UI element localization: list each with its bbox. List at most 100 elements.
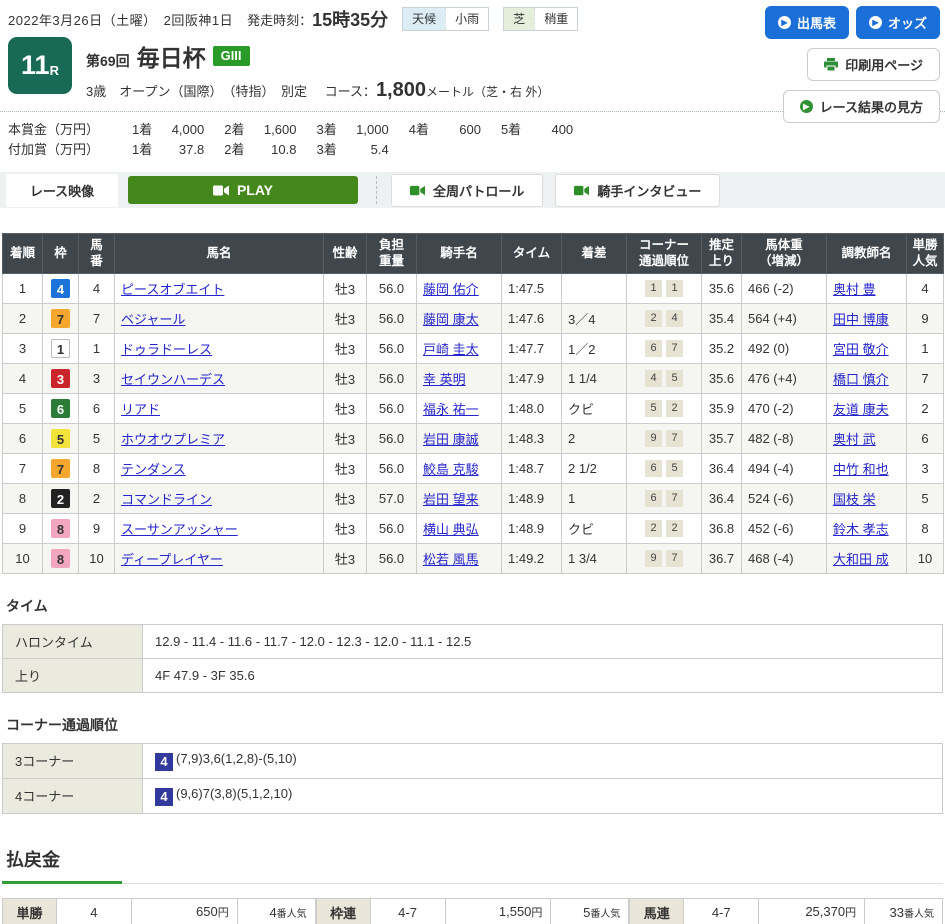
prize-place-label: 1着: [132, 139, 152, 158]
estimated-last3f: 36.8: [702, 513, 742, 543]
leader-number-badge: 4: [155, 753, 173, 771]
weather-badge-label: 天候: [403, 8, 445, 30]
trainer-name-link[interactable]: 国枝 栄: [833, 492, 876, 507]
column-header: コーナー 通過順位: [627, 234, 702, 274]
extra-prize-label: 付加賞（万円）: [8, 139, 112, 158]
prize-value: 400: [521, 122, 573, 137]
horse-name-link[interactable]: リアド: [121, 402, 160, 417]
horse-number: 7: [79, 303, 115, 333]
horse-name-link[interactable]: ドゥラドーレス: [121, 342, 212, 357]
corner-position-box: 7: [666, 340, 683, 357]
finish-time: 1:47.9: [502, 363, 562, 393]
frame-cell: 8: [43, 543, 79, 573]
weather-badge-value: 稍重: [534, 8, 577, 30]
trainer-name-link[interactable]: 中竹 和也: [833, 462, 889, 477]
bet-type-label: 単勝: [3, 898, 57, 924]
extra-prize-row: 付加賞（万円） 1着37.82着10.83着5.4: [8, 139, 937, 156]
frame-number-badge: 2: [51, 489, 70, 508]
horse-number: 10: [79, 543, 115, 573]
yen-suffix: 円: [845, 907, 856, 919]
horse-name-link[interactable]: スーサンアッシャー: [121, 522, 238, 537]
corner-position-box: 6: [645, 340, 662, 357]
furlong-time-label: ハロンタイム: [3, 624, 143, 658]
weather-badge-label: 芝: [504, 8, 534, 30]
horse-name-link[interactable]: ピースオブエイト: [121, 282, 224, 297]
jockey-cell: 岩田 康誠: [417, 423, 502, 453]
prize-value: 4,000: [152, 122, 204, 137]
jockey-name-link[interactable]: 福永 祐一: [423, 402, 479, 417]
arrow-circle-icon: ▶: [800, 100, 813, 113]
trainer-name-link[interactable]: 友道 康夫: [833, 402, 889, 417]
sex-age: 牡3: [324, 333, 367, 363]
prize-value: 1,600: [244, 122, 296, 137]
leader-number-badge: 4: [155, 788, 173, 806]
sex-age: 牡3: [324, 543, 367, 573]
horse-name-cell: コマンドライン: [115, 483, 324, 513]
margin: 3／4: [562, 303, 627, 333]
result-row: 655ホウオウプレミア牡356.0岩田 康誠1:48.329735.7482 (…: [3, 423, 944, 453]
horse-name-link[interactable]: テンダンス: [121, 462, 186, 477]
jockey-name-link[interactable]: 戸崎 圭太: [423, 342, 479, 357]
jockey-name-link[interactable]: 岩田 康誠: [423, 432, 479, 447]
horse-name-link[interactable]: ディープレイヤー: [121, 552, 223, 567]
race-conditions: 3歳 オープン（国際） （特指） 別定 コース：1,800メートル（芝・右 外）: [86, 79, 549, 102]
last-furlongs-value: 4F 47.9 - 3F 35.6: [143, 658, 943, 692]
estimated-last3f: 35.2: [702, 333, 742, 363]
horse-body-weight: 466 (-2): [742, 273, 827, 303]
corner-positions-cell: 22: [627, 513, 702, 543]
play-button[interactable]: PLAY: [128, 176, 358, 204]
sex-age: 牡3: [324, 303, 367, 333]
column-header: 騎手名: [417, 234, 502, 274]
race-number-badge: 11 R: [8, 37, 72, 94]
trainer-name-link[interactable]: 宮田 敬介: [833, 342, 889, 357]
jockey-name-link[interactable]: 幸 英明: [423, 372, 466, 387]
frame-cell: 3: [43, 363, 79, 393]
jockey-name-link[interactable]: 横山 典弘: [423, 522, 479, 537]
trainer-name-link[interactable]: 大和田 成: [833, 552, 889, 567]
prize-place-label: 1着: [132, 119, 152, 138]
trainer-cell: 中竹 和也: [827, 453, 907, 483]
corner-position-box: 5: [645, 400, 662, 417]
how-to-read-button[interactable]: ▶ レース結果の見方: [783, 90, 940, 123]
trainer-name-link[interactable]: 奥村 豊: [833, 282, 876, 297]
trainer-name-link[interactable]: 奥村 武: [833, 432, 876, 447]
column-header: 着差: [562, 234, 627, 274]
jockey-name-link[interactable]: 藤岡 佑介: [423, 282, 479, 297]
payout-combination: 4: [56, 898, 131, 924]
jockey-name-link[interactable]: 鮫島 克駿: [423, 462, 479, 477]
jockey-interview-button[interactable]: 騎手インタビュー: [555, 174, 720, 207]
estimated-last3f: 35.4: [702, 303, 742, 333]
frame-number-badge: 3: [51, 369, 70, 388]
margin: 1 3/4: [562, 543, 627, 573]
print-page-button[interactable]: 印刷用ページ: [807, 48, 940, 81]
horse-body-weight: 482 (-8): [742, 423, 827, 453]
trainer-name-link[interactable]: 鈴木 孝志: [833, 522, 889, 537]
trainer-cell: 大和田 成: [827, 543, 907, 573]
patrol-video-button[interactable]: 全周パトロール: [391, 174, 543, 207]
horse-name-link[interactable]: ホウオウプレミア: [121, 432, 225, 447]
weather-badge: 天候小雨: [402, 7, 489, 31]
horse-name-cell: リアド: [115, 393, 324, 423]
horse-name-link[interactable]: コマンドライン: [121, 492, 212, 507]
trainer-cell: 橋口 慎介: [827, 363, 907, 393]
horse-name-link[interactable]: セイウンハーデス: [121, 372, 225, 387]
horse-name-cell: ピースオブエイト: [115, 273, 324, 303]
carried-weight: 56.0: [367, 303, 417, 333]
race-conditions-text: 3歳 オープン（国際） （特指） 別定: [86, 84, 307, 99]
sex-age: 牡3: [324, 483, 367, 513]
horse-name-link[interactable]: ベジャール: [121, 312, 185, 327]
shutsuba-button[interactable]: ▶ 出馬表: [765, 6, 849, 39]
jockey-name-link[interactable]: 岩田 望来: [423, 492, 479, 507]
payout-amount: 1,550円: [445, 898, 551, 924]
sex-age: 牡3: [324, 363, 367, 393]
trainer-name-link[interactable]: 橋口 慎介: [833, 372, 889, 387]
carried-weight: 56.0: [367, 363, 417, 393]
jockey-cell: 藤岡 佑介: [417, 273, 502, 303]
horse-name-cell: スーサンアッシャー: [115, 513, 324, 543]
trainer-name-link[interactable]: 田中 博康: [833, 312, 889, 327]
carried-weight: 56.0: [367, 273, 417, 303]
horse-name-cell: テンダンス: [115, 453, 324, 483]
odds-button[interactable]: ▶ オッズ: [856, 6, 940, 39]
jockey-name-link[interactable]: 松若 風馬: [423, 552, 479, 567]
jockey-name-link[interactable]: 藤岡 康太: [423, 312, 479, 327]
